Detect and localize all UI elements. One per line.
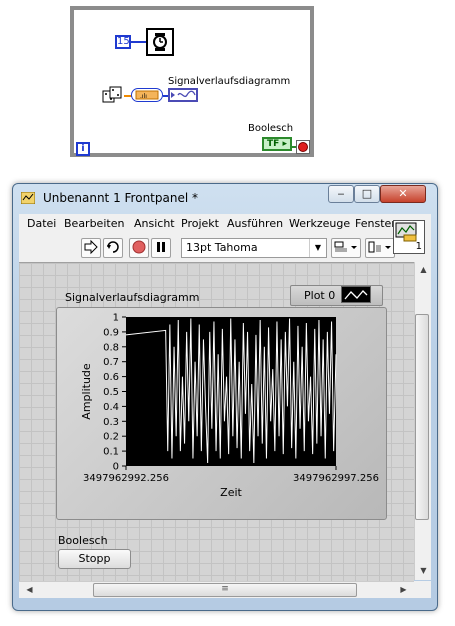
x-tick-label: 3497962992.256 <box>83 473 169 484</box>
menu-ausfuehren[interactable]: Ausführen <box>227 217 283 230</box>
menu-ansicht[interactable]: Ansicht <box>134 217 175 230</box>
x-tick-label: 3497962997.256 <box>293 473 379 484</box>
close-button[interactable]: ✕ <box>380 185 426 203</box>
menu-werkzeuge[interactable]: Werkzeuge <box>289 217 350 230</box>
menu-bar: Datei Bearbeiten Ansicht Projekt Ausführ… <box>19 214 431 234</box>
scroll-down-icon[interactable]: ▼ <box>415 566 432 575</box>
y-axis-label: Amplitude <box>80 363 93 420</box>
scroll-up-icon[interactable]: ▲ <box>415 265 432 274</box>
y-tick-label: 0.1 <box>103 447 119 458</box>
iteration-terminal: i <box>76 142 90 156</box>
run-arrow-icon[interactable] <box>81 238 101 258</box>
y-tick-label: 0.4 <box>103 402 119 413</box>
maximize-button[interactable]: □ <box>354 185 380 203</box>
y-tick-label: 0.3 <box>103 417 119 428</box>
wire <box>131 41 146 43</box>
numeric-constant[interactable]: 15 <box>115 35 131 49</box>
boolean-terminal[interactable]: TF ▸ <box>262 137 292 151</box>
y-tick-label: 0.5 <box>103 387 119 398</box>
connector-pane-number: 1 <box>415 241 422 252</box>
chevron-down-icon[interactable]: ▼ <box>309 239 326 257</box>
menu-fenster[interactable]: Fenster <box>355 217 396 230</box>
horizontal-scroll-thumb[interactable]: ≡ <box>93 583 357 597</box>
random-number-icon[interactable] <box>102 86 124 106</box>
menu-datei[interactable]: Datei <box>27 217 56 230</box>
window-title: Unbenannt 1 Frontpanel * <box>43 191 198 205</box>
stop-button[interactable]: Stopp <box>58 549 131 569</box>
stop-button-label: Boolesch <box>58 534 108 547</box>
y-tick-label: 0.2 <box>103 432 119 443</box>
y-tick-label: 0.9 <box>103 327 119 338</box>
menu-bearbeiten[interactable]: Bearbeiten <box>64 217 124 230</box>
waveform-chart-terminal-label: Signalverlaufsdiagramm <box>168 76 291 87</box>
x-axis-label: Zeit <box>220 486 242 499</box>
title-bar[interactable]: Unbenannt 1 Frontpanel * ‒ □ ✕ <box>13 184 437 212</box>
legend-plot-name: Plot 0 <box>304 289 336 302</box>
continuous-run-icon[interactable] <box>103 238 123 258</box>
front-panel-window: Unbenannt 1 Frontpanel * ‒ □ ✕ Datei Bea… <box>12 183 438 611</box>
abort-icon[interactable] <box>129 238 149 258</box>
waveform-chart-terminal[interactable] <box>168 88 198 102</box>
boolean-terminal-text: TF <box>267 139 280 149</box>
minimize-button[interactable]: ‒ <box>328 185 354 203</box>
y-tick-label: 0.7 <box>103 357 119 368</box>
y-tick-label: 1 <box>113 313 119 324</box>
y-tick-label: 0.6 <box>103 372 119 383</box>
pause-icon[interactable] <box>151 238 171 258</box>
wait-ms-icon[interactable] <box>146 28 174 56</box>
y-tick-label: 0 <box>113 462 119 473</box>
font-select-value: 13pt Tahoma <box>186 241 258 254</box>
waveform-chart[interactable]: 0 0.1 0.2 0.3 0.4 0.5 0.6 0.7 0.8 0.9 1 3497962992.… <box>56 307 387 520</box>
chart-title: Signalverlaufsdiagramm <box>65 291 200 304</box>
build-waveform-node[interactable]: .ılı <box>131 88 163 102</box>
align-objects-icon[interactable] <box>331 238 361 258</box>
scroll-left-icon[interactable]: ◀ <box>21 585 38 594</box>
scrollbar-corner <box>414 581 431 598</box>
vertical-scroll-thumb[interactable] <box>415 314 429 520</box>
y-tick-label: 0.8 <box>103 342 119 353</box>
distribute-objects-icon[interactable] <box>365 238 395 258</box>
labview-app-icon <box>20 191 36 205</box>
font-select[interactable]: 13pt Tahoma ▼ <box>181 238 327 258</box>
svg-text:.ılı: .ılı <box>140 93 147 100</box>
boolean-terminal-label: Boolesch <box>248 123 294 134</box>
menu-projekt[interactable]: Projekt <box>181 217 219 230</box>
legend-line-icon[interactable] <box>341 286 371 303</box>
scroll-right-icon[interactable]: ▶ <box>395 585 412 594</box>
vi-icon[interactable]: 1 <box>393 220 425 254</box>
loop-condition-icon[interactable] <box>296 140 310 154</box>
toolbar: 13pt Tahoma ▼ <box>19 234 431 262</box>
